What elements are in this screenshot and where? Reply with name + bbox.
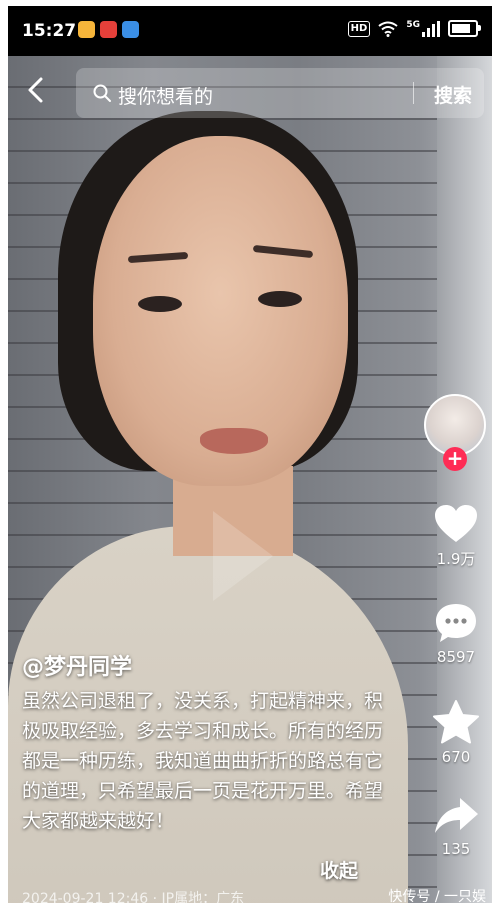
back-icon[interactable] [22, 76, 50, 104]
like-count: 1.9万 [436, 550, 476, 568]
author-name[interactable]: @梦丹同学 [22, 649, 132, 681]
watermark: 快传号 / 一只娱 [388, 889, 486, 903]
heart-icon[interactable] [434, 504, 478, 544]
phone-screen: 15:27 HD 5G 搜你想看的 搜索 + 1.9万 8597 670 135… [8, 6, 492, 903]
comment-icon[interactable] [434, 602, 478, 644]
search-input[interactable]: 搜你想看的 [118, 82, 213, 109]
search-divider [413, 82, 414, 104]
comment-count: 8597 [436, 648, 476, 666]
favorite-count: 670 [441, 748, 471, 766]
network-label: 5G [406, 19, 420, 30]
favorite-action[interactable]: 670 [424, 700, 488, 766]
share-count: 135 [441, 840, 471, 858]
status-icons: HD 5G [347, 19, 481, 37]
search-bar[interactable]: 搜你想看的 搜索 [76, 68, 484, 118]
search-button[interactable]: 搜索 [434, 81, 472, 108]
post-caption: 虽然公司退租了，没关系，打起精神来，积极吸取经验，多去学习和成长。所有的经历都是… [22, 690, 384, 832]
status-bar: 15:27 HD 5G [8, 6, 492, 56]
comment-action[interactable]: 8597 [424, 602, 488, 666]
battery-icon [448, 20, 481, 37]
status-time: 15:27 [22, 21, 77, 41]
weibo-icon [78, 21, 95, 38]
hd-badge: HD [347, 20, 371, 37]
post-meta: 2024-09-21 12:46 · IP属地：广东 [22, 891, 245, 903]
right-eye [258, 291, 302, 307]
share-action[interactable]: 135 [424, 796, 488, 858]
collapse-link[interactable]: 收起 [320, 856, 358, 883]
follow-plus-icon[interactable]: + [443, 447, 467, 471]
left-brow [127, 251, 189, 264]
share-icon[interactable] [433, 796, 479, 836]
wall-pillar [437, 56, 492, 903]
like-action[interactable]: 1.9万 [424, 504, 488, 569]
wifi-icon [378, 21, 398, 37]
right-brow [252, 244, 314, 259]
search-icon [93, 84, 111, 102]
blue-app-icon [122, 21, 139, 38]
left-eye [138, 296, 182, 312]
star-icon[interactable] [433, 700, 479, 744]
signal-icon [422, 20, 440, 37]
video-person-mouth [200, 428, 268, 454]
red-app-icon [100, 21, 117, 38]
